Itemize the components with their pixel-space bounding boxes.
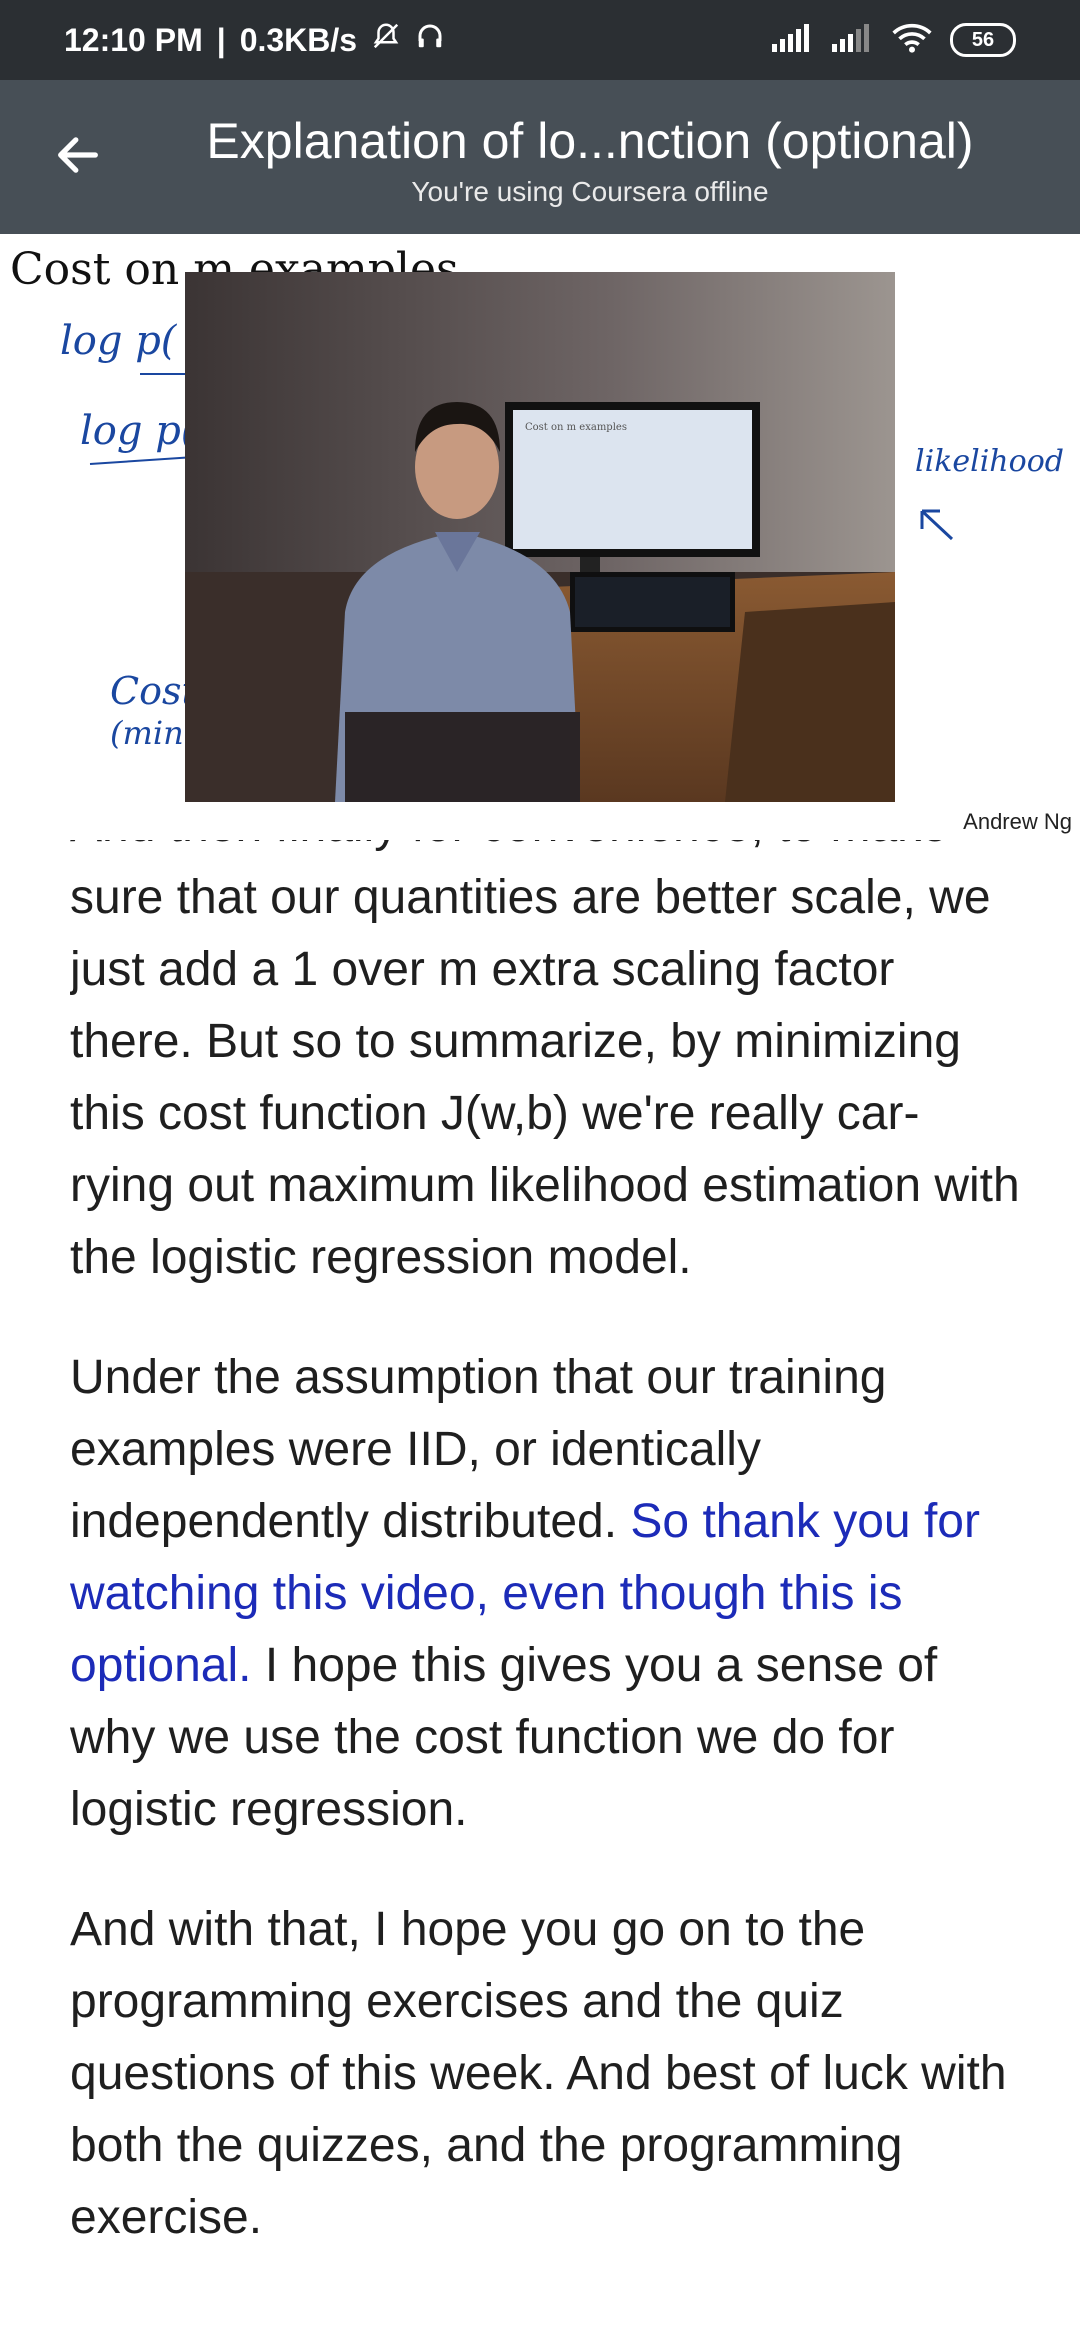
status-right: 56 <box>772 23 1016 58</box>
battery-indicator: 56 <box>950 23 1016 57</box>
lecture-slide[interactable]: Cost on m examples log p( l log p( Cost … <box>0 234 1080 834</box>
status-left: 12:10 PM | 0.3KB/s <box>64 21 445 59</box>
svg-text:log p(: log p( <box>80 408 198 454</box>
svg-text:Cost on m examples: Cost on m examples <box>525 422 627 433</box>
video-player[interactable]: Cost on m examples <box>185 272 895 802</box>
clock: 12:10 PM <box>64 21 203 58</box>
network-speed: 0.3KB/s <box>239 21 358 58</box>
app-bar: Explanation of lo...nction (optional) Yo… <box>0 80 1080 234</box>
back-button[interactable] <box>48 125 108 185</box>
transcript-paragraph-3: And with that, I hope you go on to the p… <box>70 1903 1007 2244</box>
video-frame: Cost on m examples <box>185 272 895 802</box>
transcript-paragraph-2: Under the assumption that our training e… <box>70 1342 1020 1846</box>
wifi-icon <box>892 23 932 58</box>
page-title: Explanation of lo...nction (optional) <box>206 113 974 169</box>
arrow-up-left-icon <box>920 509 954 541</box>
svg-text:log p( l: log p( l <box>60 318 202 364</box>
slide-annotation-right: likelihood <box>915 444 1064 479</box>
svg-text:(min: (min <box>110 714 184 752</box>
signal-icon-2 <box>832 23 874 57</box>
transcript: And then finally for convenience, to mak… <box>70 840 1020 2330</box>
headphones-icon <box>415 21 445 59</box>
signal-icon <box>772 23 814 57</box>
transcript-paragraph-1: sure that our quantities are better scal… <box>70 871 1020 1284</box>
status-bar: 12:10 PM | 0.3KB/s 56 <box>0 0 1080 80</box>
slide-attribution: Andrew Ng <box>963 809 1072 834</box>
transcript-clipped-line: And then finally for convenience, to mak… <box>70 840 1020 862</box>
title-block: Explanation of lo...nction (optional) Yo… <box>140 110 1040 210</box>
separator: | <box>216 21 226 58</box>
arrow-left-icon <box>58 137 98 173</box>
offline-notice: You're using Coursera offline <box>411 176 769 207</box>
muted-bell-icon <box>371 21 401 59</box>
